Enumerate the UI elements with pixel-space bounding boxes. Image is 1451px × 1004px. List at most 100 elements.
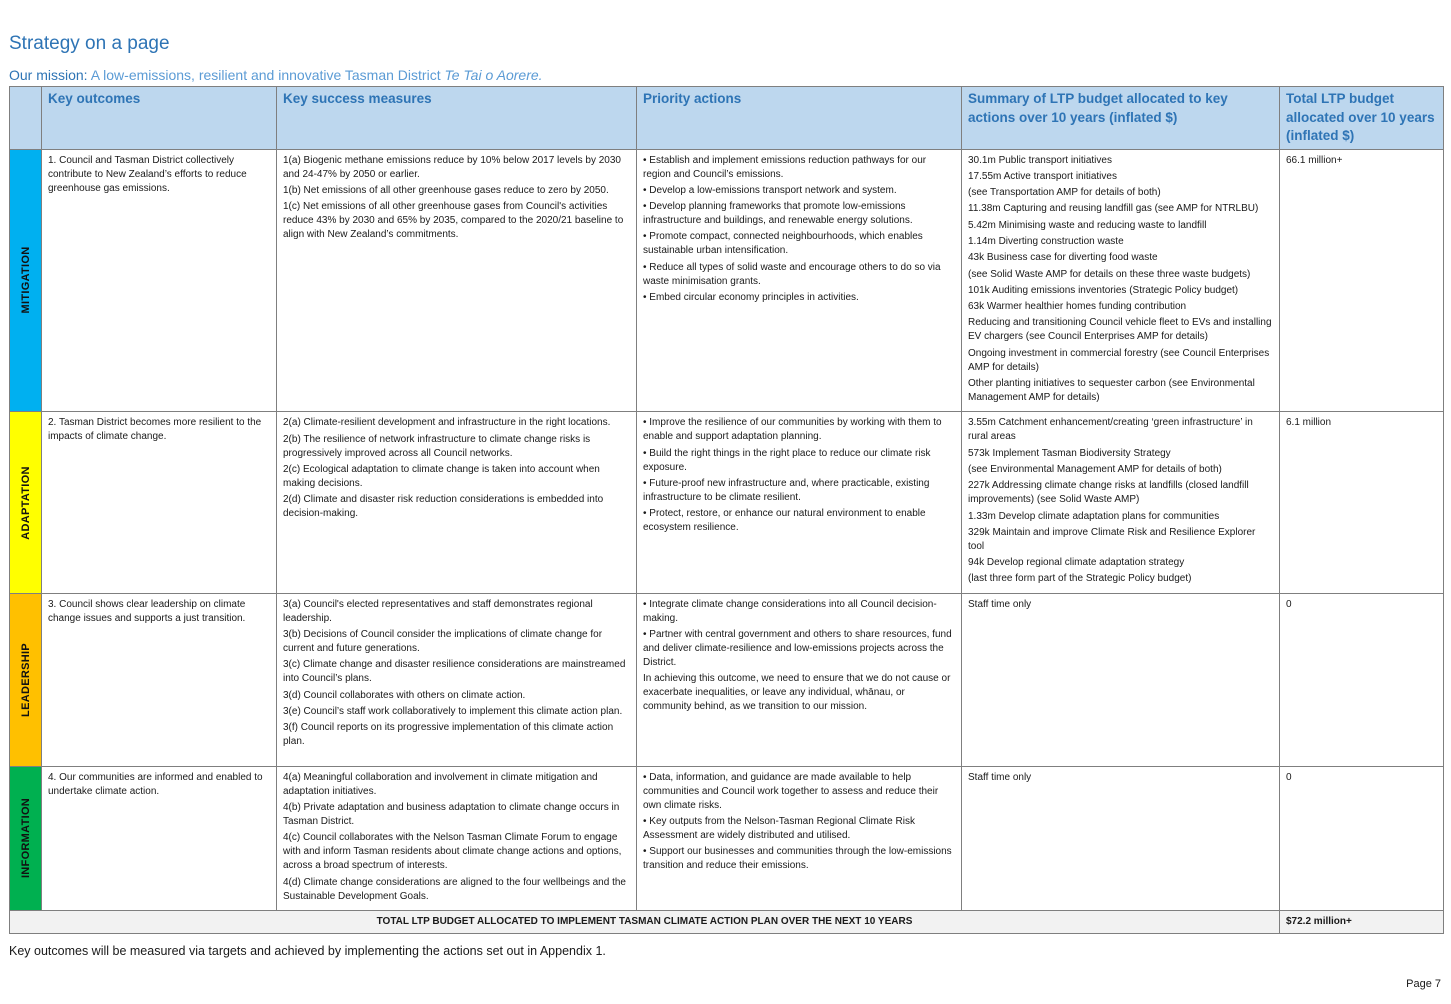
total-budget-cell: 0 bbox=[1279, 592, 1444, 767]
budget-line: 5.42m Minimising waste and reducing wast… bbox=[968, 219, 1207, 231]
total-budget-value: 0 bbox=[1286, 598, 1292, 610]
budget-line: 43k Business case for diverting food was… bbox=[968, 252, 1158, 264]
header-key-outcomes: Key outcomes bbox=[41, 86, 277, 150]
strategy-table: Key outcomes Key success measures Priori… bbox=[9, 86, 1444, 934]
budget-line: 17.55m Active transport initiatives bbox=[968, 170, 1117, 182]
total-budget-cell: 66.1 million+ bbox=[1279, 148, 1444, 413]
budget-line: (see Transportation AMP for details of b… bbox=[968, 187, 1161, 199]
key-outcome-cell: 2. Tasman District becomes more resilien… bbox=[41, 411, 277, 594]
budget-line-cell: 30.1m Public transport initiatives 17.55m… bbox=[961, 148, 1280, 413]
success-measure: 3(f) Council reports on its progressive … bbox=[283, 722, 614, 748]
budget-line-cell: Staff time only bbox=[961, 765, 1280, 911]
success-measure: 4(b) Private adaptation and business ada… bbox=[283, 802, 620, 828]
band-label: MITIGATION bbox=[19, 246, 32, 314]
page-title: Strategy on a page bbox=[9, 33, 170, 54]
key-outcome-text: 3. Council shows clear leadership on cli… bbox=[48, 598, 246, 624]
budget-line-cell: Staff time only bbox=[961, 592, 1280, 767]
page-number: Page 7 bbox=[1406, 978, 1441, 990]
priority-action-cell: • Establish and implement emissions redu… bbox=[636, 148, 962, 413]
table-row: INFORMATION 4. Our communities are inform… bbox=[9, 765, 1444, 911]
total-budget-value: 6.1 million bbox=[1286, 417, 1332, 429]
budget-line: Other planting initiatives to sequester … bbox=[968, 378, 1255, 404]
key-outcome-cell: 1. Council and Tasman District collectiv… bbox=[41, 148, 277, 413]
success-measure: 3(c) Climate change and disaster resilie… bbox=[283, 659, 626, 685]
footnote: Key outcomes will be measured via target… bbox=[9, 944, 606, 958]
key-outcome-text: 2. Tasman District becomes more resilien… bbox=[48, 417, 262, 443]
priority-action: In achieving this outcome, we need to en… bbox=[643, 673, 951, 713]
success-measure: 2(b) The resilience of network infrastru… bbox=[283, 433, 591, 459]
priority-action: • Partner with central government and ot… bbox=[643, 629, 952, 669]
key-outcome-text: 1. Council and Tasman District collectiv… bbox=[48, 154, 247, 194]
band-mitigation: MITIGATION bbox=[9, 148, 42, 413]
priority-action: • Integrate climate change consideration… bbox=[643, 598, 937, 624]
success-measure: 3(a) Council's elected representatives a… bbox=[283, 598, 593, 624]
budget-line: Staff time only bbox=[968, 598, 1032, 610]
success-measure-cell: 1(a) Biogenic methane emissions reduce b… bbox=[276, 148, 637, 413]
priority-action: • Reduce all types of solid waste and en… bbox=[643, 261, 941, 287]
header-key-success-measures: Key success measures bbox=[276, 86, 637, 150]
table-row: MITIGATION 1. Council and Tasman District… bbox=[9, 148, 1444, 413]
budget-line-cell: 3.55m Catchment enhancement/creating ‘gr… bbox=[961, 411, 1280, 594]
header-band bbox=[9, 86, 42, 150]
mission-italic: Te Tai o Aorere. bbox=[444, 67, 543, 83]
priority-action: • Build the right things in the right pl… bbox=[643, 447, 931, 473]
priority-action: • Embed circular economy principles in a… bbox=[643, 291, 859, 303]
key-outcome-text: 4. Our communities are informed and enab… bbox=[48, 771, 263, 797]
key-outcome-cell: 4. Our communities are informed and enab… bbox=[41, 765, 277, 911]
priority-action: • Develop a low-emissions transport netw… bbox=[643, 184, 897, 196]
priority-action: • Develop planning frameworks that promo… bbox=[643, 201, 913, 227]
priority-action: • Improve the resilience of our communit… bbox=[643, 417, 942, 443]
success-measure-cell: 3(a) Council's elected representatives a… bbox=[276, 592, 637, 767]
priority-action: • Establish and implement emissions redu… bbox=[643, 154, 927, 180]
priority-action: • Data, information, and guidance are ma… bbox=[643, 771, 939, 811]
key-outcome-cell: 3. Council shows clear leadership on cli… bbox=[41, 592, 277, 767]
table-row: LEADERSHIP 3. Council shows clear leaders… bbox=[9, 592, 1444, 767]
priority-action: • Protect, restore, or enhance our natur… bbox=[643, 508, 926, 534]
success-measure: 3(b) Decisions of Council consider the i… bbox=[283, 629, 603, 655]
priority-action: • Key outputs from the Nelson-Tasman Reg… bbox=[643, 816, 915, 842]
band-adaptation: ADAPTATION bbox=[9, 411, 42, 594]
budget-line: 573k Implement Tasman Biodiversity Strat… bbox=[968, 447, 1171, 459]
table-row: ADAPTATION 2. Tasman District becomes mor… bbox=[9, 411, 1444, 594]
mission-label: Our mission: bbox=[9, 67, 88, 83]
success-measure: 2(a) Climate-resilient development and i… bbox=[283, 417, 611, 429]
success-measure-cell: 2(a) Climate-resilient development and i… bbox=[276, 411, 637, 594]
total-budget-cell: 0 bbox=[1279, 765, 1444, 911]
budget-line: 3.55m Catchment enhancement/creating ‘gr… bbox=[968, 417, 1253, 443]
budget-line: 11.38m Capturing and reusing landfill ga… bbox=[968, 203, 1259, 215]
total-value: $72.2 million+ bbox=[1279, 909, 1444, 934]
band-label: INFORMATION bbox=[19, 798, 32, 879]
priority-action-cell: • Integrate climate change consideration… bbox=[636, 592, 962, 767]
priority-action: • Promote compact, connected neighbourho… bbox=[643, 231, 923, 257]
success-measure: 3(e) Council’s staff work collaborativel… bbox=[283, 705, 623, 717]
total-label: TOTAL LTP BUDGET ALLOCATED TO IMPLEMENT … bbox=[9, 909, 1280, 934]
success-measure: 4(a) Meaningful collaboration and involv… bbox=[283, 771, 598, 797]
budget-line: 94k Develop regional climate adaptation … bbox=[968, 557, 1185, 569]
success-measure: 3(d) Council collaborates with others on… bbox=[283, 689, 526, 701]
success-measure: 4(d) Climate change considerations are a… bbox=[283, 876, 626, 902]
header-priority-actions: Priority actions bbox=[636, 86, 962, 150]
total-budget-value: 0 bbox=[1286, 771, 1292, 783]
budget-line: (last three form part of the Strategic P… bbox=[968, 573, 1192, 585]
priority-action: • Future-proof new infrastructure and, w… bbox=[643, 477, 930, 503]
band-information: INFORMATION bbox=[9, 765, 42, 911]
budget-line: (see Solid Waste AMP for details on thes… bbox=[968, 268, 1251, 280]
success-measure: 4(c) Council collaborates with the Nelso… bbox=[283, 832, 622, 872]
success-measure: 2(c) Ecological adaptation to climate ch… bbox=[283, 463, 600, 489]
band-leadership: LEADERSHIP bbox=[9, 592, 42, 767]
band-label: LEADERSHIP bbox=[19, 642, 32, 717]
budget-line: Ongoing investment in commercial forestr… bbox=[968, 347, 1270, 373]
total-budget-value: 66.1 million+ bbox=[1286, 154, 1343, 166]
budget-line: 1.33m Develop climate adaptation plans f… bbox=[968, 510, 1220, 522]
mission-text: A low-emissions, resilient and innovativ… bbox=[87, 67, 445, 83]
success-measure: 2(d) Climate and disaster risk reduction… bbox=[283, 494, 604, 520]
budget-line: 329k Maintain and improve Climate Risk a… bbox=[968, 526, 1256, 552]
budget-line: (see Environmental Management AMP for de… bbox=[968, 463, 1222, 475]
priority-action-cell: • Improve the resilience of our communit… bbox=[636, 411, 962, 594]
budget-line: 63k Warmer healthier homes funding contr… bbox=[968, 301, 1187, 313]
mission-statement: Our mission: A low-emissions, resilient … bbox=[9, 67, 543, 83]
success-measure: 1(a) Biogenic methane emissions reduce b… bbox=[283, 154, 621, 180]
header-budget-summary: Summary of LTP budget allocated to key a… bbox=[961, 86, 1280, 150]
priority-action-cell: • Data, information, and guidance are ma… bbox=[636, 765, 962, 911]
budget-line: 101k Auditing emissions inventories (Str… bbox=[968, 284, 1239, 296]
